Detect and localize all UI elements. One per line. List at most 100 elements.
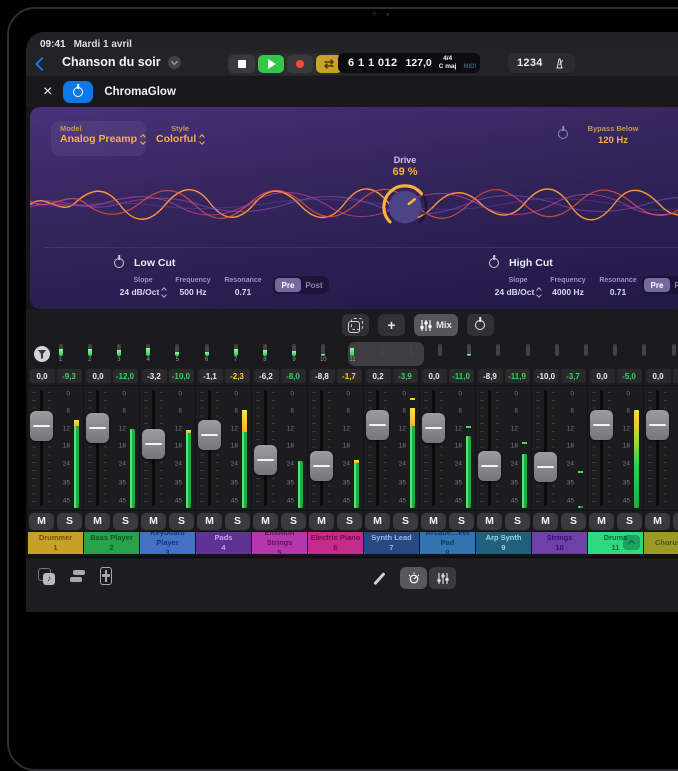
overview-track[interactable]: 4	[134, 342, 163, 369]
low-cut-resonance[interactable]: Resonance 0.71	[218, 277, 268, 297]
loop-browser-button[interactable]: ♪	[38, 568, 55, 585]
solo-button[interactable]: S	[561, 513, 586, 530]
model-selector[interactable]: Model Analog Preamp	[51, 121, 146, 156]
overview-track[interactable]: 5	[163, 342, 192, 369]
solo-button[interactable]: S	[505, 513, 530, 530]
mute-button[interactable]: M	[29, 513, 54, 530]
back-button[interactable]	[37, 57, 47, 72]
mute-button[interactable]: M	[141, 513, 166, 530]
volume-fader-handle[interactable]	[478, 451, 501, 481]
mute-button[interactable]: M	[197, 513, 222, 530]
track-name-tab[interactable]: Electric Piano 6	[308, 532, 363, 554]
track-name-tab[interactable]: Pads 4	[196, 532, 251, 554]
high-cut-slope[interactable]: Slope 24 dB/Oct	[493, 277, 543, 297]
volume-fader-handle[interactable]	[86, 413, 109, 443]
song-title-menu[interactable]: Chanson du soir	[62, 55, 181, 69]
collapse-track-button[interactable]	[623, 535, 640, 550]
low-cut-post-button[interactable]: Post	[301, 278, 327, 292]
overview-track[interactable]	[571, 342, 600, 369]
track-name-tab[interactable]: Bass Player 2	[84, 532, 139, 554]
overview-track[interactable]	[542, 342, 571, 369]
mute-button[interactable]: M	[645, 513, 670, 530]
track-name-tab[interactable]: Chorus V	[644, 532, 678, 554]
mute-button[interactable]: M	[365, 513, 390, 530]
overview-track[interactable]: 1	[46, 342, 75, 369]
track-name-tab[interactable]: Strings 10	[532, 532, 587, 554]
overview-track[interactable]: 10	[309, 342, 338, 369]
mute-button[interactable]: M	[85, 513, 110, 530]
overview-track[interactable]: 7	[221, 342, 250, 369]
high-cut-pre-button[interactable]: Pre	[644, 278, 670, 292]
solo-button[interactable]: S	[57, 513, 82, 530]
overview-track[interactable]	[425, 342, 454, 369]
overview-track[interactable]: 8	[250, 342, 279, 369]
mute-button[interactable]: M	[533, 513, 558, 530]
track-name-tab[interactable]: Arp Synth 9	[476, 532, 531, 554]
solo-button[interactable]: S	[281, 513, 306, 530]
drive-knob[interactable]	[377, 181, 433, 231]
volume-fader-handle[interactable]	[422, 413, 445, 443]
overview-track[interactable]: 3	[104, 342, 133, 369]
mute-button[interactable]: M	[477, 513, 502, 530]
low-cut-pre-button[interactable]: Pre	[275, 278, 301, 292]
volume-fader-handle[interactable]	[30, 411, 53, 441]
low-cut-power-button[interactable]	[114, 258, 124, 268]
level-control[interactable]: Level 0.0	[670, 124, 678, 146]
volume-fader-handle[interactable]	[254, 445, 277, 475]
controls-view-button[interactable]	[400, 567, 427, 589]
volume-fader-handle[interactable]	[534, 452, 557, 482]
solo-button[interactable]: S	[449, 513, 474, 530]
solo-button[interactable]: S	[169, 513, 194, 530]
overview-track[interactable]: 11	[338, 342, 367, 369]
volume-fader-handle[interactable]	[198, 420, 221, 450]
volume-fader-handle[interactable]	[366, 410, 389, 440]
high-cut-post-button[interactable]: Post	[670, 278, 678, 292]
volume-fader-handle[interactable]	[590, 410, 613, 440]
overview-track[interactable]	[630, 342, 659, 369]
overview-track[interactable]: 6	[192, 342, 221, 369]
count-in-button[interactable]: 1234	[517, 57, 543, 69]
overview-track[interactable]: 9	[280, 342, 309, 369]
metronome-button[interactable]	[553, 57, 566, 70]
mute-button[interactable]: M	[421, 513, 446, 530]
track-name-tab[interactable]: Synth Lead 7	[364, 532, 419, 554]
volume-fader-handle[interactable]	[646, 410, 669, 440]
mix-view-button[interactable]: Mix	[414, 314, 458, 336]
high-cut-resonance[interactable]: Resonance 0.71	[593, 277, 643, 297]
style-selector[interactable]: Style Colorful	[156, 124, 204, 145]
solo-button[interactable]: S	[113, 513, 138, 530]
stop-button[interactable]	[229, 55, 255, 73]
track-name-tab[interactable]: Arcade…eet Pad 8	[420, 532, 475, 554]
high-cut-frequency[interactable]: Frequency 4000 Hz	[543, 277, 593, 297]
record-button[interactable]	[287, 55, 313, 73]
track-name-tab[interactable]: Emotion Strings 5	[252, 532, 307, 554]
title-dropdown-badge[interactable]	[168, 56, 181, 69]
mute-button[interactable]: M	[253, 513, 278, 530]
overview-track[interactable]	[659, 342, 678, 369]
lcd-display[interactable]: 6 1 1 012 127,0 4/4 C maj MIDI	[338, 53, 480, 73]
overview-track[interactable]	[484, 342, 513, 369]
solo-button[interactable]: S	[617, 513, 642, 530]
high-cut-power-button[interactable]	[489, 258, 499, 268]
plugins-browser-button[interactable]	[70, 570, 85, 582]
volume-fader-handle[interactable]	[310, 451, 333, 481]
mute-button[interactable]: M	[309, 513, 334, 530]
edit-pencil-button[interactable]	[378, 571, 381, 586]
faders-view-button[interactable]	[429, 567, 456, 589]
overview-track[interactable]	[367, 342, 396, 369]
solo-button[interactable]: S	[393, 513, 418, 530]
bypass-power-button[interactable]	[558, 129, 568, 139]
track-name-tab[interactable]: Drums 11	[588, 532, 643, 554]
low-cut-frequency[interactable]: Frequency 500 Hz	[168, 277, 218, 297]
close-plugin-button[interactable]: ×	[43, 84, 52, 100]
play-button[interactable]	[258, 55, 284, 73]
overview-track[interactable]	[601, 342, 630, 369]
overview-track[interactable]: 2	[75, 342, 104, 369]
layers-button[interactable]	[342, 314, 369, 336]
overview-track[interactable]	[455, 342, 484, 369]
overview-track[interactable]	[513, 342, 542, 369]
track-name-tab[interactable]: Keyboard Player 3	[140, 532, 195, 554]
solo-button[interactable]: S	[337, 513, 362, 530]
channel-strip-button[interactable]	[100, 567, 112, 585]
plugin-power-button[interactable]	[63, 81, 93, 103]
